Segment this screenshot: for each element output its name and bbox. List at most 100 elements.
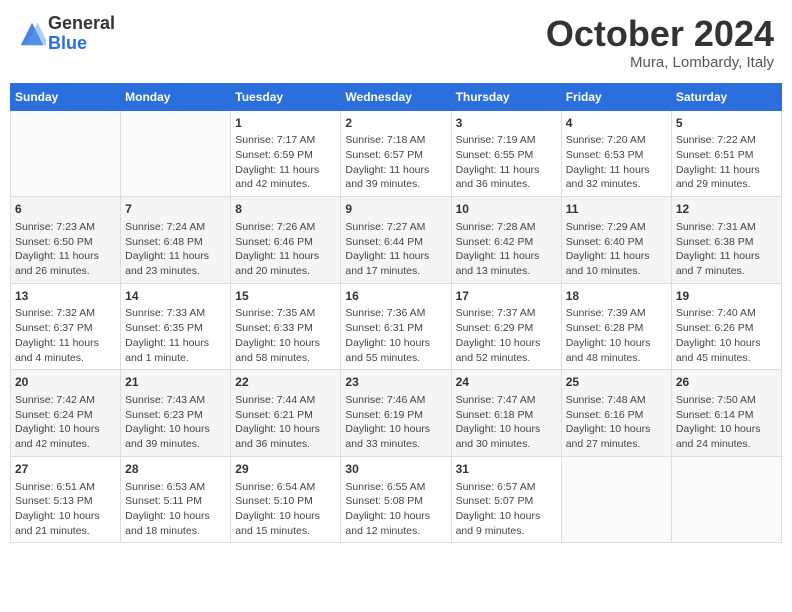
day-number: 17 <box>456 288 557 305</box>
day-info: Sunrise: 6:55 AM Sunset: 5:08 PM Dayligh… <box>345 480 446 539</box>
col-saturday: Saturday <box>671 83 781 110</box>
table-row: 31 Sunrise: 6:57 AM Sunset: 5:07 PM Dayli… <box>451 456 561 543</box>
day-info: Sunrise: 7:36 AM Sunset: 6:31 PM Dayligh… <box>345 306 446 365</box>
day-info: Sunrise: 7:17 AM Sunset: 6:59 PM Dayligh… <box>235 133 336 192</box>
table-row: 26Sunrise: 7:50 AM Sunset: 6:14 PM Dayli… <box>671 370 781 457</box>
day-number: 15 <box>235 288 336 305</box>
table-row: 24Sunrise: 7:47 AM Sunset: 6:18 PM Dayli… <box>451 370 561 457</box>
table-row: 23 Sunrise: 7:46 AM Sunset: 6:19 PM Dayli… <box>341 370 451 457</box>
day-info: Sunrise: 7:31 AM Sunset: 6:38 PM Dayligh… <box>676 220 777 279</box>
col-sunday: Sunday <box>11 83 121 110</box>
day-number: 16 <box>345 288 446 305</box>
table-row: 5Sunrise: 7:22 AM Sunset: 6:51 PM Daylig… <box>671 110 781 197</box>
table-row: 29 Sunrise: 6:54 AM Sunset: 5:10 PM Dayli… <box>231 456 341 543</box>
day-info: Sunrise: 7:19 AM Sunset: 6:55 PM Dayligh… <box>456 133 557 192</box>
day-info: Sunrise: 7:26 AM Sunset: 6:46 PM Dayligh… <box>235 220 336 279</box>
day-number: 11 <box>566 201 667 218</box>
col-monday: Monday <box>121 83 231 110</box>
day-number: 5 <box>676 115 777 132</box>
day-number: 30 <box>345 461 446 478</box>
day-info: Sunrise: 7:44 AM Sunset: 6:21 PM Dayligh… <box>235 393 336 452</box>
day-info: Sunrise: 7:50 AM Sunset: 6:14 PM Dayligh… <box>676 393 777 452</box>
logo-general-text: General <box>48 14 115 34</box>
day-number: 24 <box>456 374 557 391</box>
day-number: 21 <box>125 374 226 391</box>
day-number: 10 <box>456 201 557 218</box>
day-number: 18 <box>566 288 667 305</box>
table-row <box>561 456 671 543</box>
day-info: Sunrise: 7:32 AM Sunset: 6:37 PM Dayligh… <box>15 306 116 365</box>
day-info: Sunrise: 7:43 AM Sunset: 6:23 PM Dayligh… <box>125 393 226 452</box>
table-row: 16Sunrise: 7:36 AM Sunset: 6:31 PM Dayli… <box>341 283 451 370</box>
table-row: 4Sunrise: 7:20 AM Sunset: 6:53 PM Daylig… <box>561 110 671 197</box>
table-row: 15Sunrise: 7:35 AM Sunset: 6:33 PM Dayli… <box>231 283 341 370</box>
calendar-body: 1Sunrise: 7:17 AM Sunset: 6:59 PM Daylig… <box>11 110 782 543</box>
logo-icon <box>18 20 46 48</box>
logo-text: General Blue <box>48 14 115 54</box>
day-number: 31 <box>456 461 557 478</box>
day-info: Sunrise: 6:54 AM Sunset: 5:10 PM Dayligh… <box>235 480 336 539</box>
page-header: General Blue October 2024 Mura, Lombardy… <box>10 10 782 75</box>
day-info: Sunrise: 7:18 AM Sunset: 6:57 PM Dayligh… <box>345 133 446 192</box>
table-row: 11 Sunrise: 7:29 AM Sunset: 6:40 PM Dayli… <box>561 197 671 284</box>
table-row <box>121 110 231 197</box>
day-number: 13 <box>15 288 116 305</box>
day-info: Sunrise: 7:39 AM Sunset: 6:28 PM Dayligh… <box>566 306 667 365</box>
table-row: 10 Sunrise: 7:28 AM Sunset: 6:42 PM Dayli… <box>451 197 561 284</box>
day-number: 29 <box>235 461 336 478</box>
calendar-table: Sunday Monday Tuesday Wednesday Thursday… <box>10 83 782 544</box>
day-number: 20 <box>15 374 116 391</box>
table-row: 27Sunrise: 6:51 AM Sunset: 5:13 PM Dayli… <box>11 456 121 543</box>
day-number: 2 <box>345 115 446 132</box>
table-row <box>671 456 781 543</box>
logo: General Blue <box>18 14 115 54</box>
day-info: Sunrise: 7:46 AM Sunset: 6:19 PM Dayligh… <box>345 393 446 452</box>
day-number: 25 <box>566 374 667 391</box>
day-info: Sunrise: 7:28 AM Sunset: 6:42 PM Dayligh… <box>456 220 557 279</box>
month-title: October 2024 <box>546 14 774 54</box>
table-row: 3Sunrise: 7:19 AM Sunset: 6:55 PM Daylig… <box>451 110 561 197</box>
day-number: 9 <box>345 201 446 218</box>
day-number: 19 <box>676 288 777 305</box>
table-row: 18Sunrise: 7:39 AM Sunset: 6:28 PM Dayli… <box>561 283 671 370</box>
day-info: Sunrise: 7:23 AM Sunset: 6:50 PM Dayligh… <box>15 220 116 279</box>
table-row: 25Sunrise: 7:48 AM Sunset: 6:16 PM Dayli… <box>561 370 671 457</box>
day-info: Sunrise: 7:29 AM Sunset: 6:40 PM Dayligh… <box>566 220 667 279</box>
day-number: 14 <box>125 288 226 305</box>
table-row: 20 Sunrise: 7:42 AM Sunset: 6:24 PM Dayli… <box>11 370 121 457</box>
day-info: Sunrise: 7:42 AM Sunset: 6:24 PM Dayligh… <box>15 393 116 452</box>
calendar-row: 6 Sunrise: 7:23 AM Sunset: 6:50 PM Daylig… <box>11 197 782 284</box>
table-row: 1Sunrise: 7:17 AM Sunset: 6:59 PM Daylig… <box>231 110 341 197</box>
table-row: 22Sunrise: 7:44 AM Sunset: 6:21 PM Dayli… <box>231 370 341 457</box>
day-info: Sunrise: 7:33 AM Sunset: 6:35 PM Dayligh… <box>125 306 226 365</box>
location-text: Mura, Lombardy, Italy <box>546 54 774 71</box>
day-number: 4 <box>566 115 667 132</box>
day-info: Sunrise: 6:57 AM Sunset: 5:07 PM Dayligh… <box>456 480 557 539</box>
day-info: Sunrise: 7:37 AM Sunset: 6:29 PM Dayligh… <box>456 306 557 365</box>
day-number: 3 <box>456 115 557 132</box>
day-number: 8 <box>235 201 336 218</box>
table-row: 14Sunrise: 7:33 AM Sunset: 6:35 PM Dayli… <box>121 283 231 370</box>
table-row: 28 Sunrise: 6:53 AM Sunset: 5:11 PM Dayli… <box>121 456 231 543</box>
day-number: 1 <box>235 115 336 132</box>
table-row: 12 Sunrise: 7:31 AM Sunset: 6:38 PM Dayli… <box>671 197 781 284</box>
table-row: 6 Sunrise: 7:23 AM Sunset: 6:50 PM Daylig… <box>11 197 121 284</box>
day-number: 28 <box>125 461 226 478</box>
table-row: 30 Sunrise: 6:55 AM Sunset: 5:08 PM Dayli… <box>341 456 451 543</box>
title-block: October 2024 Mura, Lombardy, Italy <box>546 14 774 71</box>
table-row <box>11 110 121 197</box>
day-info: Sunrise: 6:53 AM Sunset: 5:11 PM Dayligh… <box>125 480 226 539</box>
calendar-row: 13Sunrise: 7:32 AM Sunset: 6:37 PM Dayli… <box>11 283 782 370</box>
day-number: 12 <box>676 201 777 218</box>
calendar-row: 27Sunrise: 6:51 AM Sunset: 5:13 PM Dayli… <box>11 456 782 543</box>
calendar-row: 20 Sunrise: 7:42 AM Sunset: 6:24 PM Dayli… <box>11 370 782 457</box>
day-info: Sunrise: 7:40 AM Sunset: 6:26 PM Dayligh… <box>676 306 777 365</box>
day-number: 23 <box>345 374 446 391</box>
header-row: Sunday Monday Tuesday Wednesday Thursday… <box>11 83 782 110</box>
table-row: 13Sunrise: 7:32 AM Sunset: 6:37 PM Dayli… <box>11 283 121 370</box>
day-info: Sunrise: 6:51 AM Sunset: 5:13 PM Dayligh… <box>15 480 116 539</box>
table-row: 2Sunrise: 7:18 AM Sunset: 6:57 PM Daylig… <box>341 110 451 197</box>
day-number: 6 <box>15 201 116 218</box>
table-row: 7Sunrise: 7:24 AM Sunset: 6:48 PM Daylig… <box>121 197 231 284</box>
table-row: 17Sunrise: 7:37 AM Sunset: 6:29 PM Dayli… <box>451 283 561 370</box>
